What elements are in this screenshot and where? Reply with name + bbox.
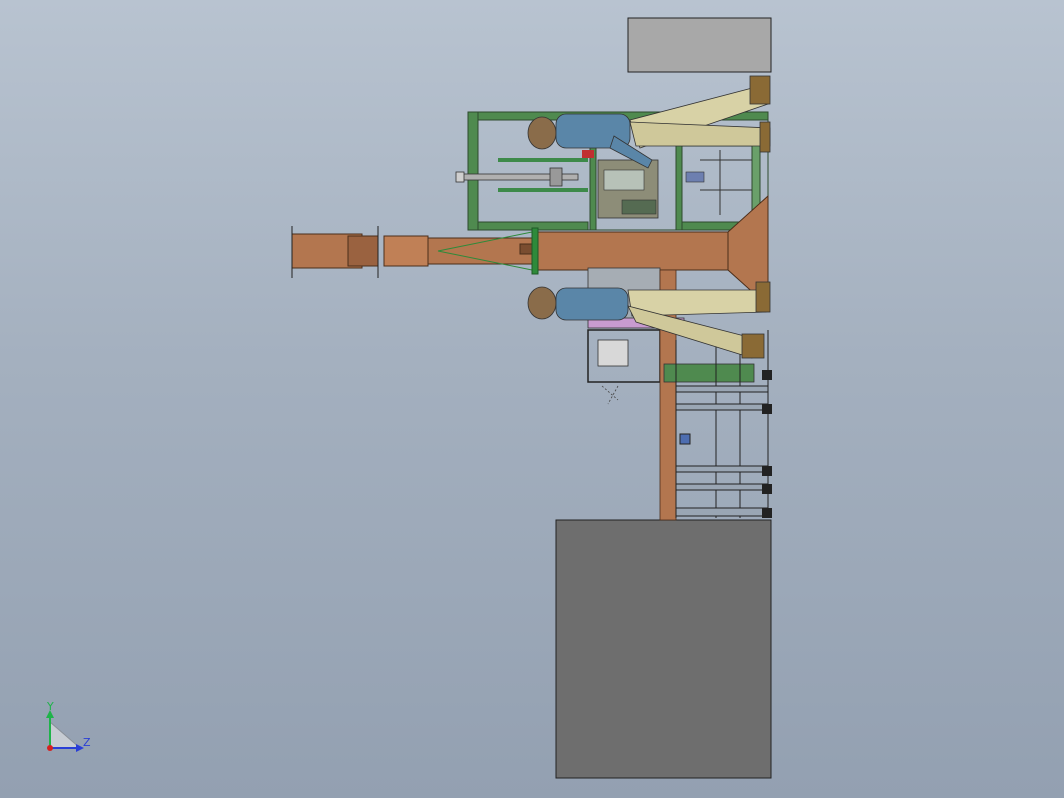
cad-viewport[interactable]: Y Z <box>0 0 1064 798</box>
lower-cabinet-panel <box>555 519 772 779</box>
main-column-pipe <box>291 194 769 308</box>
triad-plane-icon <box>49 720 82 749</box>
worker-figure-lower <box>527 281 771 359</box>
upper-cabinet-panel <box>627 17 772 73</box>
z-axis-label: Z <box>83 736 91 749</box>
worker-figure-upper <box>527 75 771 169</box>
origin-icon <box>47 745 53 751</box>
y-axis-label: Y <box>46 700 54 713</box>
coordinate-triad[interactable]: Y Z <box>46 700 91 752</box>
upper-actuator-rods <box>455 150 705 219</box>
model-canvas[interactable]: Y Z <box>0 0 1064 798</box>
